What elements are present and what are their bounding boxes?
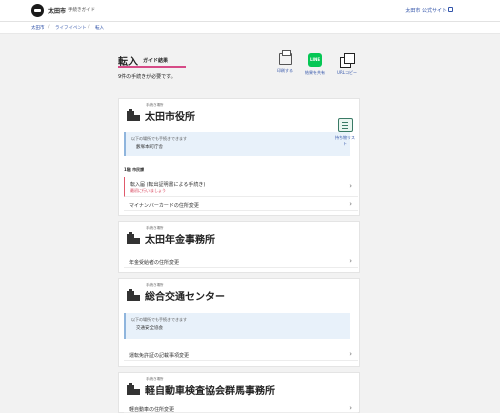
site-subtitle: 手続きガイド: [68, 8, 95, 13]
office-name: 太田市役所: [145, 112, 195, 123]
procedure-label: 年金受給者の住所変更: [129, 260, 180, 266]
office-building-icon: [127, 232, 141, 244]
breadcrumb-separator: /: [88, 25, 90, 30]
breadcrumb-separator: /: [48, 25, 50, 30]
breadcrumb-home[interactable]: 太田市: [31, 25, 45, 31]
chevron-right-icon: ›: [349, 257, 352, 265]
copy-url-button[interactable]: URLコピー: [334, 53, 360, 76]
title-underline: [118, 66, 186, 68]
print-label: 印刷する: [277, 68, 293, 73]
external-link-icon: [448, 7, 453, 12]
site-name[interactable]: 太田市: [48, 6, 66, 15]
copy-label: URLコピー: [337, 70, 357, 75]
official-site-link[interactable]: 太田市 公式サイト: [405, 7, 447, 14]
checklist-button[interactable]: 持ち物リスト: [334, 118, 356, 147]
procedure-row[interactable]: 転入届 (転出証明書による手続き) ›: [124, 177, 358, 197]
procedure-label: マイナンバーカードの住所変更: [129, 203, 199, 209]
breadcrumb: 太田市 / ライフイベント / 転入: [0, 22, 500, 34]
procedure-row[interactable]: マイナンバーカードの住所変更 ›: [124, 198, 358, 211]
priority-note: 最初に行いましょう: [130, 188, 166, 193]
city-logo-icon[interactable]: [31, 4, 44, 17]
procedure-label: 運転免許証の記載事項変更: [129, 353, 190, 359]
site-header: 太田市 手続きガイド 太田市 公式サイト: [0, 0, 500, 22]
checklist-label: 持ち物リスト: [335, 135, 355, 146]
office-building-icon: [127, 289, 141, 301]
chevron-right-icon: ›: [349, 350, 352, 358]
printer-icon: [278, 50, 292, 65]
checklist-icon: [337, 118, 353, 132]
chevron-right-icon: ›: [349, 404, 352, 412]
procedure-row[interactable]: 軽自動車の住所変更 ›: [124, 404, 358, 413]
share-line-button[interactable]: LINE 結果を共有: [302, 53, 328, 76]
notice-intro: 以下の場所でも手続きできます: [131, 136, 187, 141]
breadcrumb-current: 転入: [95, 26, 104, 31]
office-building-icon: [127, 109, 141, 121]
procedure-label: 転入届 (転出証明書による手続き): [130, 182, 206, 188]
breadcrumb-life-event[interactable]: ライフイベント: [55, 25, 87, 31]
procedure-count: 9件の手続きが必要です。: [118, 74, 176, 80]
notice-intro: 以下の場所でも手続きできます: [131, 317, 187, 322]
share-label: 結果を共有: [305, 70, 325, 75]
floor-label: 1階 市民課: [124, 167, 145, 172]
chevron-right-icon: ›: [349, 182, 352, 190]
office-name: 軽自動車検査協会群馬事務所: [145, 386, 275, 397]
procedure-label: 軽自動車の住所変更: [129, 407, 175, 413]
notice-place: 藪塚本町庁舎: [136, 145, 163, 150]
alt-location-notice: 以下の場所でも手続きできます 交通安全協会: [124, 313, 350, 339]
office-name: 太田年金事務所: [145, 235, 215, 246]
procedure-row[interactable]: 運転免許証の記載事項変更 ›: [124, 348, 358, 361]
procedure-row[interactable]: 年金受給者の住所変更 ›: [124, 255, 358, 268]
page-subtitle: ガイド結果: [143, 58, 169, 64]
copy-icon: [340, 53, 355, 68]
print-button[interactable]: 印刷する: [272, 50, 298, 74]
chevron-right-icon: ›: [349, 200, 352, 208]
office-building-icon: [127, 383, 141, 395]
line-icon: LINE: [308, 53, 322, 67]
alt-location-notice: 以下の場所でも手続きできます 藪塚本町庁舎: [124, 132, 350, 156]
office-name: 総合交通センター: [145, 292, 225, 303]
notice-place: 交通安全協会: [136, 326, 163, 331]
